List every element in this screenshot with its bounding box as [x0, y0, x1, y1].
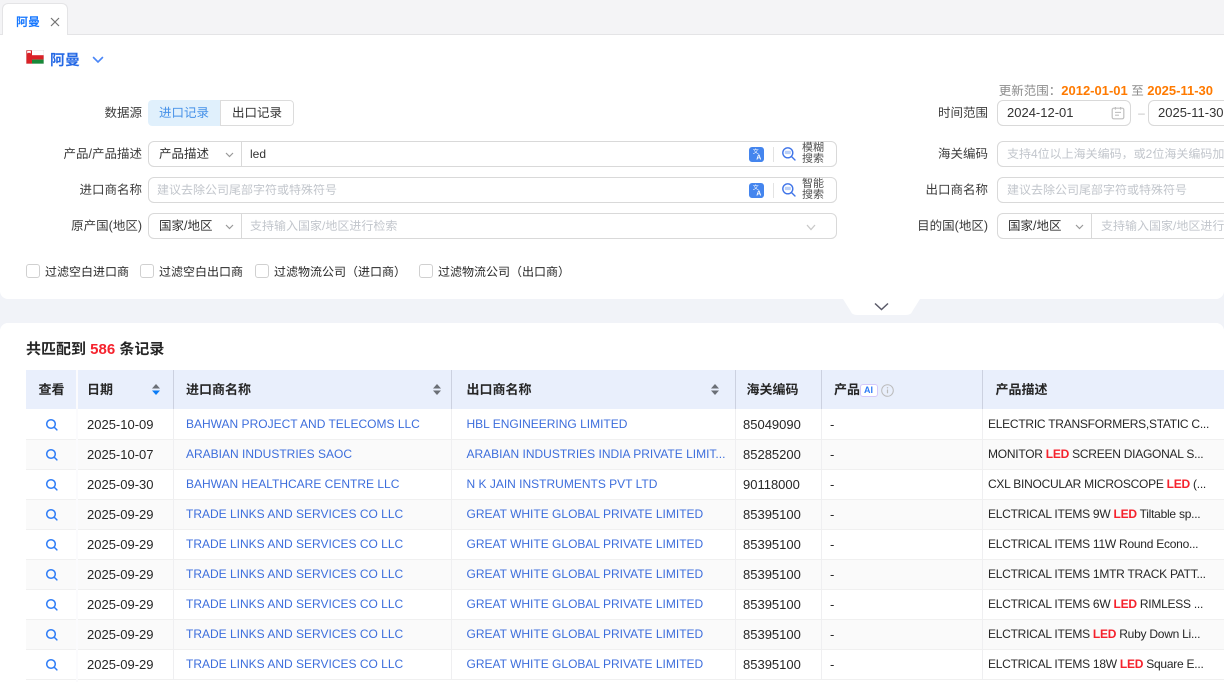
svg-text:A: A	[756, 154, 761, 161]
svg-text:A: A	[756, 190, 761, 197]
